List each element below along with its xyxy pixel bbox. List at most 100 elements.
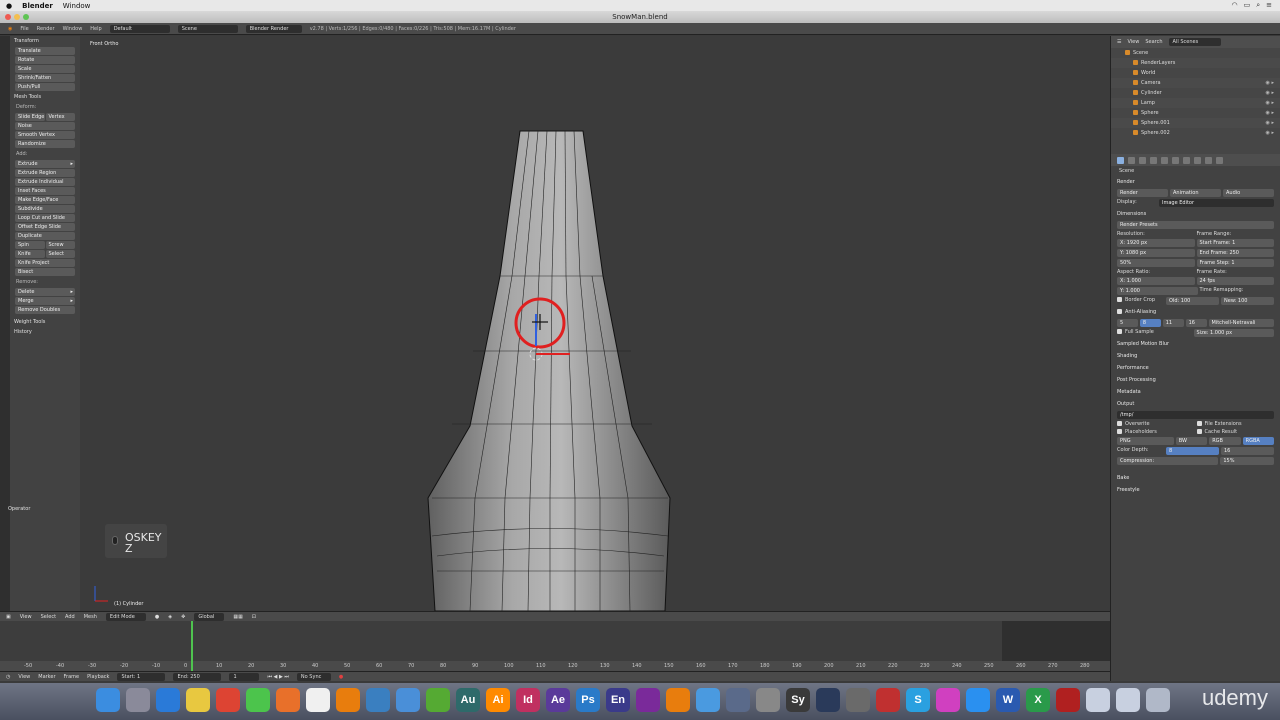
view-menu[interactable]: View	[20, 614, 32, 620]
aa-11[interactable]: 11	[1162, 319, 1184, 327]
output-path-field[interactable]: /tmp/	[1117, 411, 1274, 419]
operator-header[interactable]: Operator	[4, 504, 34, 514]
launchpad-icon[interactable]	[126, 688, 150, 712]
frame-menu[interactable]: Frame	[64, 674, 80, 680]
sy-icon[interactable]: Sy	[786, 688, 810, 712]
manipulator-icon[interactable]: ✥	[181, 614, 185, 620]
texture-tab-icon[interactable]	[1205, 156, 1212, 164]
add-menu[interactable]: Add	[65, 614, 75, 620]
extrude-individual-button[interactable]: Extrude Individual	[15, 178, 75, 186]
post-processing-header[interactable]: Post Processing	[1111, 374, 1280, 386]
record-icon[interactable]: ●	[339, 674, 343, 680]
scene-tab-icon[interactable]	[1139, 156, 1146, 164]
overwrite-checkbox[interactable]: Overwrite	[1117, 421, 1195, 427]
knife-project-button[interactable]: Knife Project	[15, 259, 75, 267]
start-frame-prop[interactable]: Start Frame: 1	[1196, 239, 1274, 247]
world-tab-icon[interactable]	[1150, 156, 1157, 164]
bake-header[interactable]: Bake	[1111, 472, 1280, 484]
playback-controls-icon[interactable]: ⏮ ◀ ▶ ⏭	[267, 674, 288, 680]
metadata-header[interactable]: Metadata	[1111, 386, 1280, 398]
mesh-menu[interactable]: Mesh	[84, 614, 97, 620]
encore-icon[interactable]: En	[606, 688, 630, 712]
format-selector[interactable]: PNG	[1117, 437, 1174, 445]
bisect-button[interactable]: Bisect	[15, 268, 75, 276]
extrude-region-button[interactable]: Extrude Region	[15, 169, 75, 177]
visibility-icon[interactable]: ◉ ▸	[1266, 78, 1274, 88]
outliner-search-menu[interactable]: Search	[1145, 39, 1162, 45]
translate-button[interactable]: Translate	[15, 47, 75, 55]
sync-selector[interactable]: No Sync	[296, 672, 331, 681]
current-frame-field[interactable]: 1	[229, 672, 260, 681]
outliner-row-sphere-001[interactable]: Sphere.001 ◉ ▸	[1111, 118, 1280, 128]
new-field[interactable]: New: 100	[1221, 297, 1274, 305]
skype-icon[interactable]: S	[906, 688, 930, 712]
fps-selector[interactable]: 24 fps	[1196, 277, 1274, 285]
lifesaver-icon[interactable]	[876, 688, 900, 712]
depth-8-button[interactable]: 8	[1166, 447, 1219, 455]
rotate-button[interactable]: Rotate	[15, 56, 75, 64]
playhead[interactable]	[191, 621, 193, 671]
remove-doubles-button[interactable]: Remove Doubles	[15, 306, 75, 314]
mesh-canvas[interactable]	[80, 36, 1110, 611]
crop-label[interactable]: Crop	[1143, 297, 1155, 303]
layout-selector[interactable]: Default	[109, 24, 170, 33]
dimensions-panel-header[interactable]: Dimensions	[1111, 208, 1280, 220]
pivot-icon[interactable]: ◈	[168, 614, 172, 620]
acrobat-icon[interactable]	[1056, 688, 1080, 712]
slide-edge-button[interactable]: Slide Edge	[15, 113, 45, 121]
output-panel-header[interactable]: Output	[1111, 398, 1280, 410]
photoshop-icon[interactable]: Ps	[576, 688, 600, 712]
xcode-icon[interactable]	[696, 688, 720, 712]
timeline-ruler[interactable]: -50 -40 -30 -20 -10 0 10 20 30 40 50 60 70 80 90 100 110…	[0, 661, 1110, 671]
mesh-tools-header[interactable]: Mesh Tools	[10, 92, 80, 102]
layers-tab-icon[interactable]	[1128, 156, 1135, 164]
aa-16[interactable]: 16	[1185, 319, 1207, 327]
performance-header[interactable]: Performance	[1111, 362, 1280, 374]
checkbox-icon[interactable]	[1117, 309, 1122, 314]
full-sample-checkbox[interactable]: Full Sample	[1117, 329, 1192, 337]
res-y-field[interactable]: Y: 1080 px	[1117, 249, 1195, 257]
end-frame-field[interactable]: End: 250	[173, 672, 222, 681]
aa-filter-selector[interactable]: Mitchell-Netravali	[1208, 319, 1274, 327]
cache-result-checkbox[interactable]: Cache Result	[1196, 429, 1275, 435]
smooth-vertex-button[interactable]: Smooth Vertex	[15, 131, 75, 139]
playback-menu[interactable]: Playback	[87, 674, 109, 680]
delete-button[interactable]: Delete	[15, 288, 75, 296]
outliner-type-icon[interactable]: ☰	[1117, 39, 1121, 45]
premiere-icon[interactable]	[636, 688, 660, 712]
timeline-editor-icon[interactable]: ◷	[6, 674, 10, 680]
history-header[interactable]: History	[10, 327, 80, 337]
editor-type-icon[interactable]: ▣	[6, 614, 11, 620]
marker-menu[interactable]: Marker	[38, 674, 55, 680]
shading-header[interactable]: Shading	[1111, 350, 1280, 362]
end-frame-prop[interactable]: End Frame: 250	[1196, 249, 1274, 257]
border-checkbox[interactable]: Border Crop	[1117, 297, 1164, 305]
outliner-row-lamp[interactable]: Lamp ◉ ▸	[1111, 98, 1280, 108]
app-menu[interactable]: Blender	[22, 2, 53, 10]
render-tab-icon[interactable]	[1117, 156, 1124, 164]
menu-file[interactable]: File	[20, 26, 28, 32]
aa-5[interactable]: 5	[1117, 319, 1138, 327]
pen-icon[interactable]	[726, 688, 750, 712]
aftereffects-icon[interactable]: Ae	[546, 688, 570, 712]
blender-logo-icon[interactable]: ◉	[8, 26, 12, 32]
mode-selector[interactable]: Edit Mode	[105, 612, 146, 621]
visibility-icon[interactable]: ◉ ▸	[1266, 118, 1274, 128]
toolshelf-tabs[interactable]	[0, 36, 10, 611]
notes-icon[interactable]	[186, 688, 210, 712]
audio-button[interactable]: Audio	[1223, 189, 1274, 197]
visibility-icon[interactable]: ◉ ▸	[1266, 108, 1274, 118]
files-icon[interactable]	[366, 688, 390, 712]
outliner-filter[interactable]: All Scenes	[1168, 38, 1221, 46]
subdivide-button[interactable]: Subdivide	[15, 205, 75, 213]
select-menu[interactable]: Select	[41, 614, 56, 620]
itunes-icon[interactable]	[936, 688, 960, 712]
extrude-button[interactable]: Extrude	[15, 160, 75, 168]
loop-cut-button[interactable]: Loop Cut and Slide	[15, 214, 75, 222]
visibility-icon[interactable]: ◉ ▸	[1266, 88, 1274, 98]
object-tab-icon[interactable]	[1161, 156, 1168, 164]
audition-icon[interactable]: Au	[456, 688, 480, 712]
noise-button[interactable]: Noise	[15, 122, 75, 130]
file-ext-checkbox[interactable]: File Extensions	[1196, 421, 1275, 427]
frog-icon[interactable]	[426, 688, 450, 712]
